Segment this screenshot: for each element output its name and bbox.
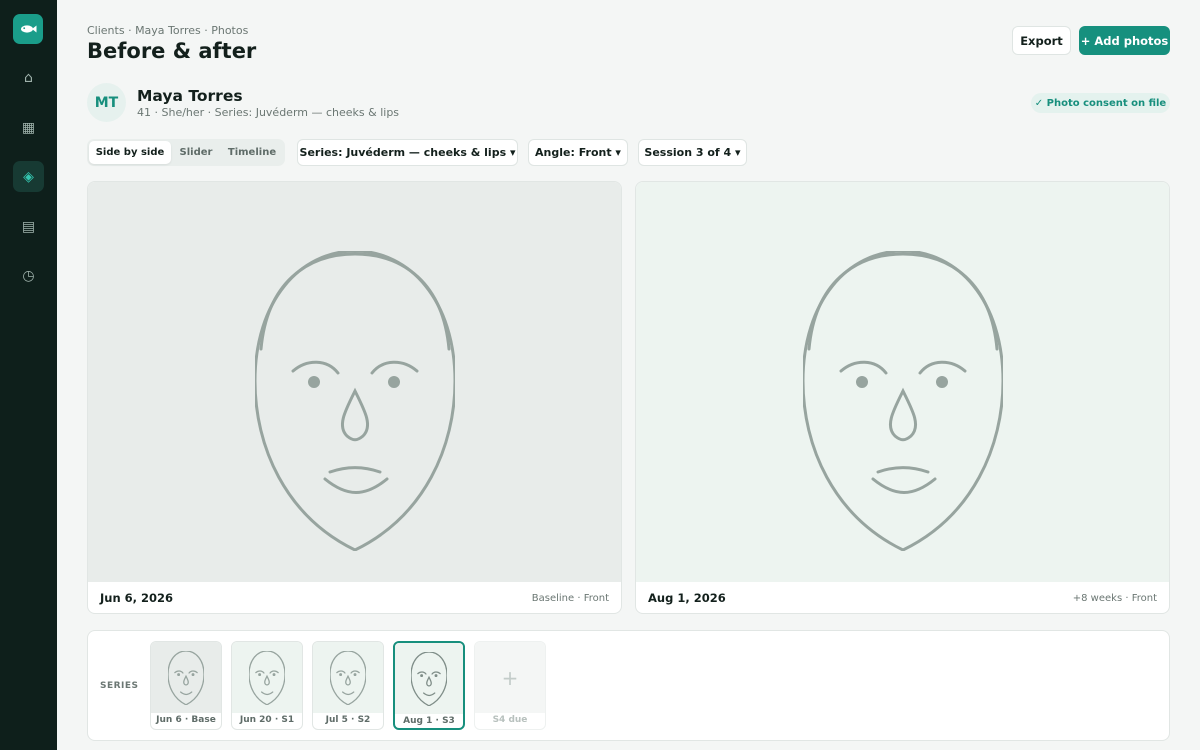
thumb-image [313, 642, 383, 713]
face-thumb-icon [330, 650, 366, 705]
thumb-image [395, 643, 463, 714]
before-date: Jun 6, 2026 [100, 591, 174, 605]
thumb-caption: Jun 6 · Base [156, 715, 216, 725]
before-photo[interactable] [88, 182, 621, 582]
face-thumb-icon [249, 650, 285, 705]
series-thumb-upcoming[interactable]: + S4 due [474, 641, 546, 730]
face-placeholder-icon [803, 251, 1003, 551]
records-icon[interactable]: ▤ [13, 211, 44, 242]
face-placeholder-icon [255, 251, 455, 551]
fish-logo-icon[interactable] [13, 14, 43, 44]
calendar-icon[interactable]: ▦ [13, 112, 44, 143]
after-photo[interactable] [636, 182, 1169, 582]
after-panel: Aug 1, 2026 +8 weeks · Front [635, 181, 1170, 614]
thumb-caption: S4 due [492, 715, 528, 725]
home-icon[interactable]: ⌂ [13, 62, 44, 93]
history-icon[interactable]: ◷ [13, 260, 44, 291]
add-photos-button[interactable]: + Add photos [1079, 26, 1170, 55]
thumb-caption: Aug 1 · S3 [403, 716, 455, 726]
view-timeline[interactable]: Timeline [221, 141, 283, 164]
thumb-image [151, 642, 221, 713]
view-mode-toggle: Side by side Slider Timeline [87, 139, 285, 166]
series-thumb[interactable]: Jul 5 · S2 [312, 641, 384, 730]
photos-icon[interactable]: ◈ [13, 161, 44, 192]
series-label: SERIES [100, 681, 139, 691]
client-name: Maya Torres [137, 87, 243, 105]
series-thumb-selected[interactable]: Aug 1 · S3 [393, 641, 465, 730]
session-dropdown[interactable]: Session 3 of 4 ▾ [638, 139, 747, 166]
export-button[interactable]: Export [1012, 26, 1071, 55]
series-thumb[interactable]: Jun 6 · Base [150, 641, 222, 730]
thumb-image [232, 642, 302, 713]
page-title: Before & after [87, 39, 257, 63]
series-strip: SERIES Jun 6 · Base Jun 20 · S1 Jul 5 · … [87, 630, 1170, 741]
before-note: Baseline · Front [531, 593, 609, 604]
sidebar: ⌂ ▦ ◈ ▤ ◷ [0, 0, 57, 750]
after-date: Aug 1, 2026 [648, 591, 726, 605]
client-meta: 41 · She/her · Series: Juvéderm — cheeks… [137, 106, 400, 119]
face-thumb-icon [168, 650, 204, 705]
thumb-caption: Jun 20 · S1 [239, 715, 295, 725]
avatar: MT [87, 83, 126, 122]
angle-dropdown[interactable]: Angle: Front ▾ [528, 139, 628, 166]
view-side-by-side[interactable]: Side by side [89, 141, 171, 164]
face-thumb-icon [411, 651, 447, 706]
after-note: +8 weeks · Front [1072, 593, 1157, 604]
breadcrumb[interactable]: Clients · Maya Torres · Photos [87, 24, 248, 37]
series-dropdown[interactable]: Series: Juvéderm — cheeks & lips ▾ [297, 139, 518, 166]
series-thumb[interactable]: Jun 20 · S1 [231, 641, 303, 730]
view-slider[interactable]: Slider [171, 141, 221, 164]
thumb-caption: Jul 5 · S2 [325, 715, 371, 725]
consent-badge: ✓ Photo consent on file [1031, 93, 1170, 113]
before-panel: Jun 6, 2026 Baseline · Front [87, 181, 622, 614]
plus-icon: + [475, 642, 545, 713]
